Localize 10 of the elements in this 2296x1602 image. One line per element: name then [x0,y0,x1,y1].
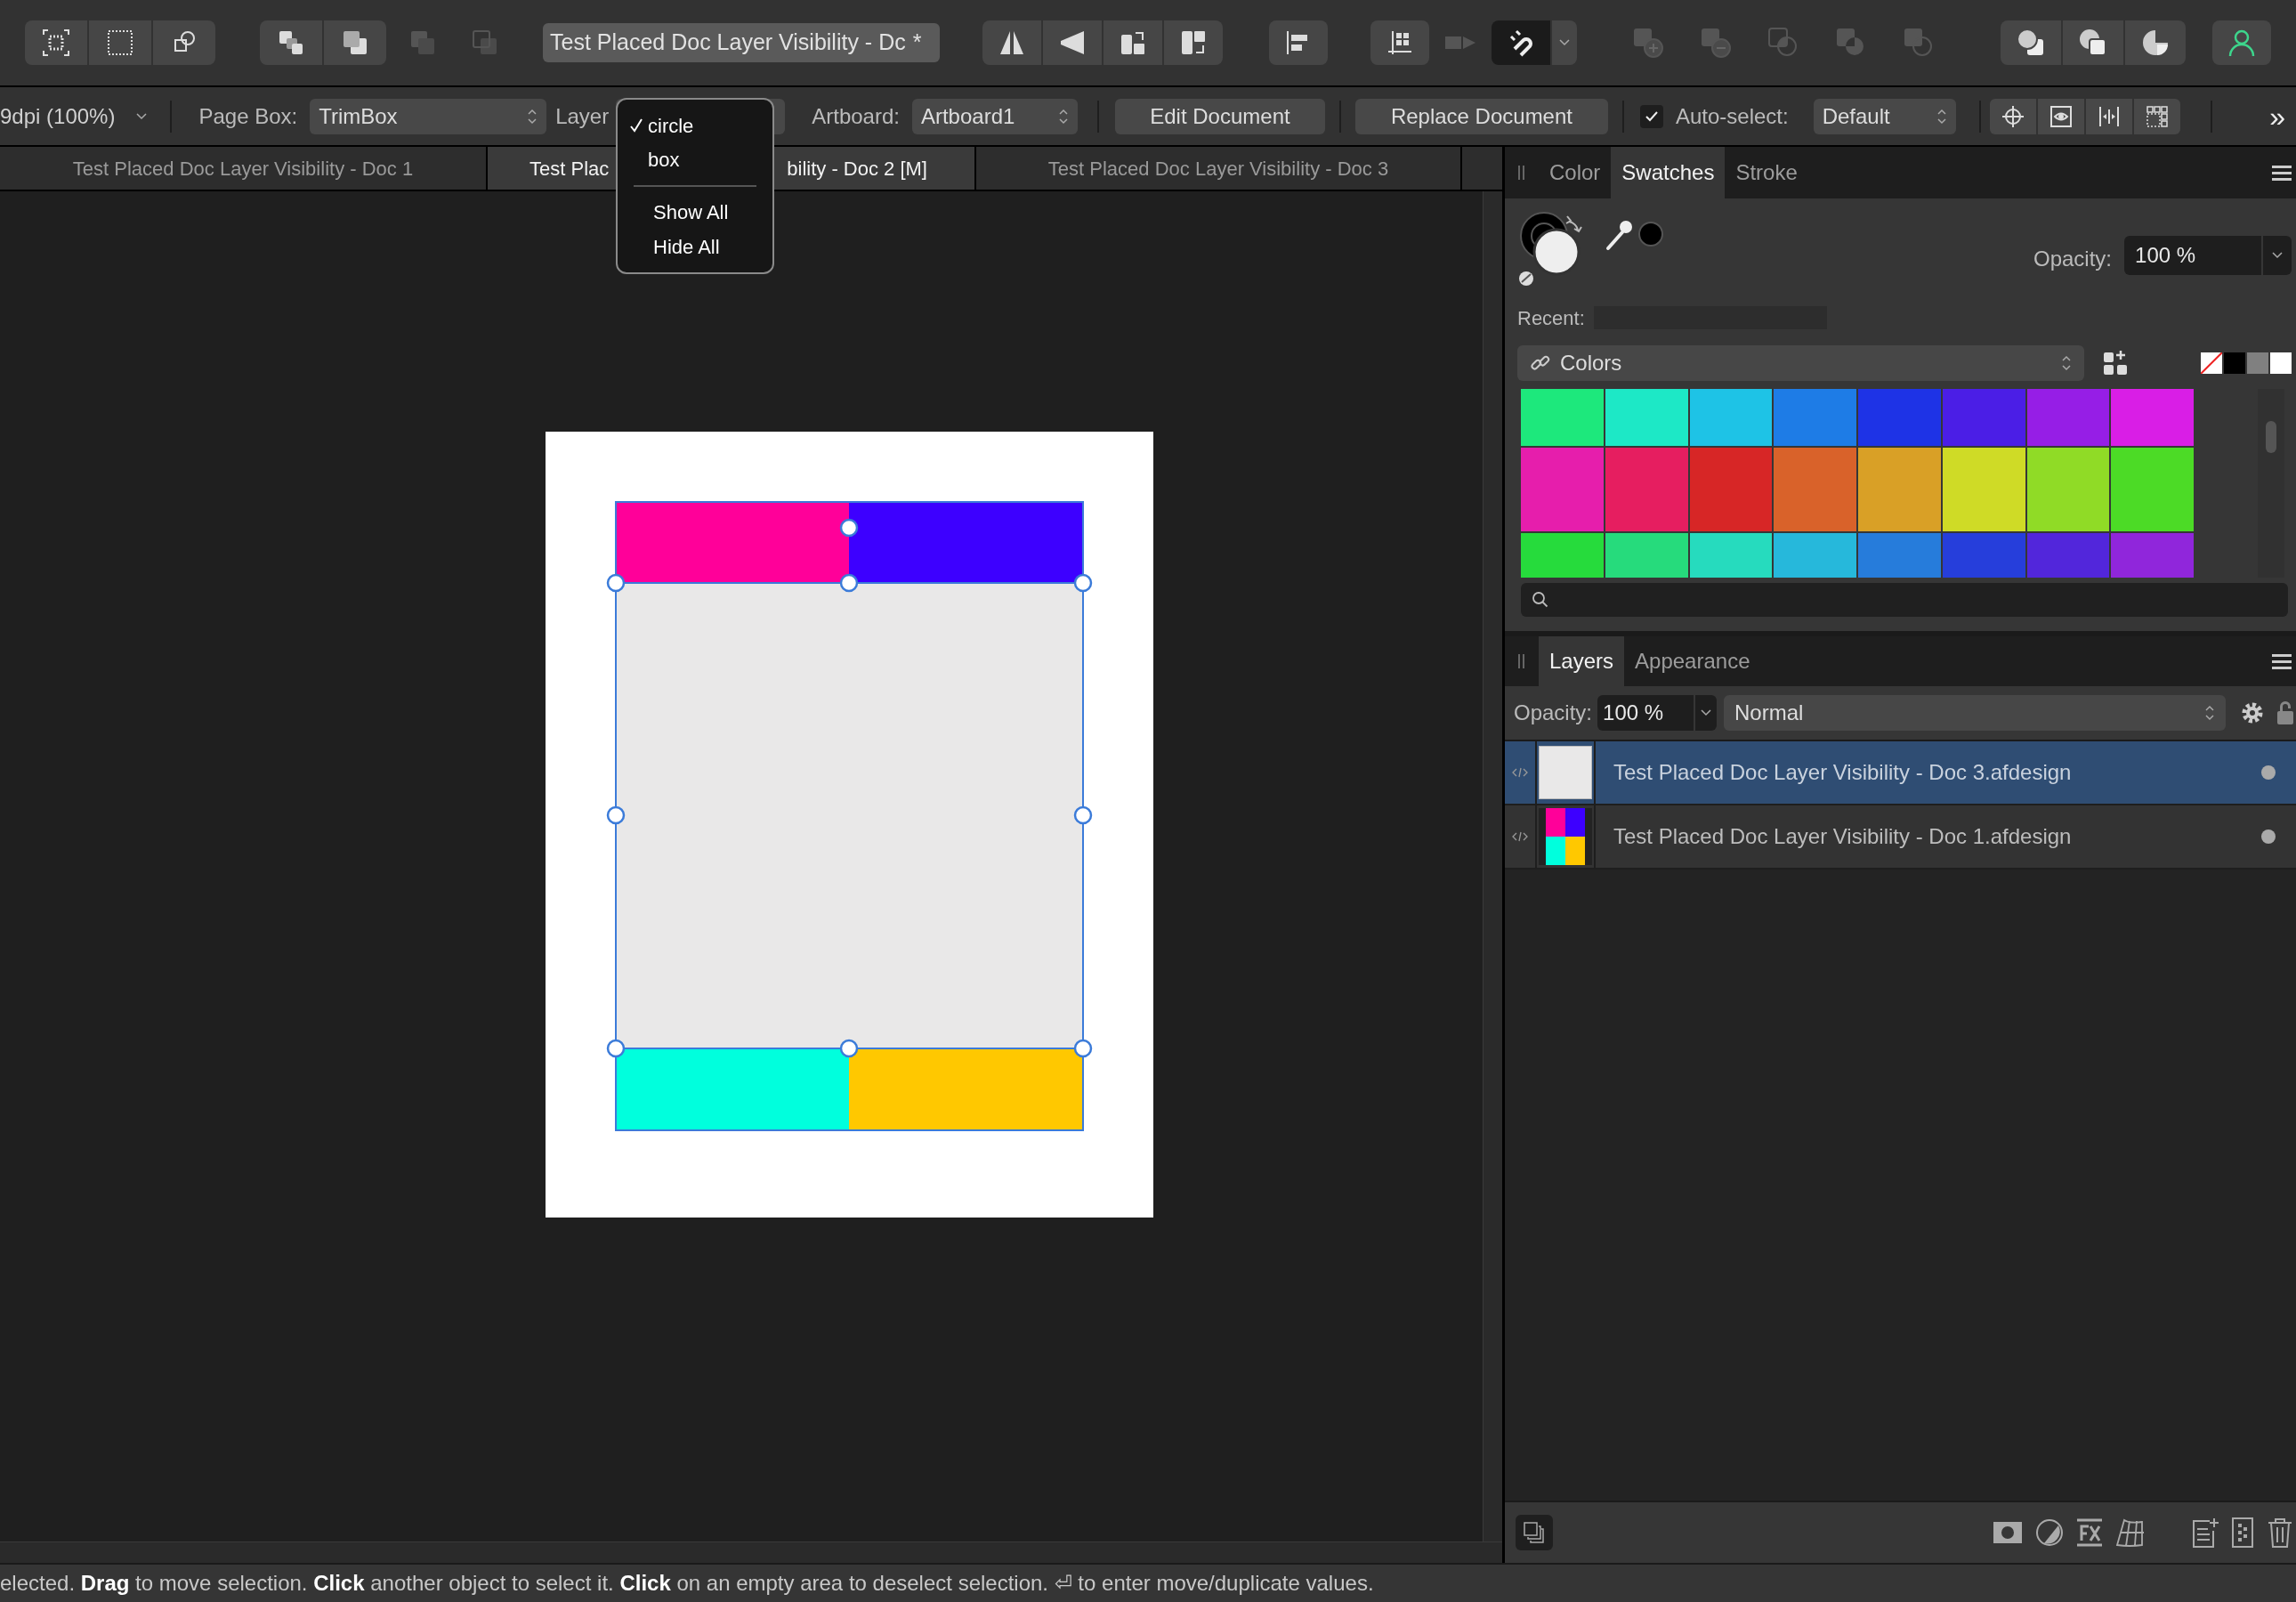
layer-label: Layer [555,102,610,130]
status-message: elected. Drag to move selection. Click another object to select it. Click on an empty area to deselect selection. ⏎ to enter move/duplicate values. [0,1570,1374,1597]
recent-label: Recent: [1517,305,1585,331]
auto-select-label: Auto-select: [1675,102,1789,130]
artboard-label: Artboard: [812,102,900,130]
layer-name: Test Placed Doc Layer Visibility - Doc 1.afdesign [1613,823,2072,850]
layer-name: Test Placed Doc Layer Visibility - Doc 3.afdesign [1613,759,2072,786]
page-box-label: Page Box: [198,102,298,130]
opacity-label: Opacity: [2033,246,2113,272]
opacity-label: Opacity: [1514,700,1593,726]
